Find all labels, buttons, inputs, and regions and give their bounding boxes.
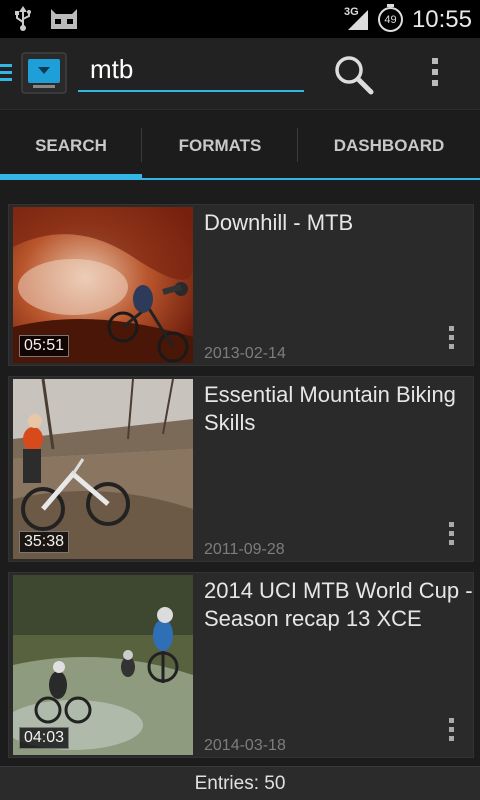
search-input[interactable] (78, 50, 304, 88)
list-item[interactable]: 04:03 2014 UCI MTB World Cup - Season re… (8, 572, 474, 758)
video-title: Essential Mountain Biking Skills (204, 382, 456, 435)
tab-label: DASHBOARD (333, 136, 445, 155)
tab-bar: SEARCH FORMATS DASHBOARD (0, 110, 480, 182)
list-item[interactable]: 05:51 Downhill - MTB 2013-02-14 (8, 204, 474, 366)
video-date: 2011-09-28 (204, 541, 285, 558)
video-date: 2013-02-14 (204, 345, 286, 362)
entries-footer: Entries: 50 (0, 766, 480, 800)
app-logo-icon[interactable] (21, 52, 67, 94)
overflow-menu-icon[interactable] (432, 58, 442, 91)
usb-icon (14, 6, 32, 37)
tab-formats[interactable]: FORMATS (142, 110, 298, 182)
video-title: Downhill - MTB (204, 210, 354, 235)
duration-badge: 04:03 (19, 727, 70, 749)
battery-icon: 49 (378, 4, 403, 32)
tab-label: FORMATS (178, 136, 262, 155)
duration-badge: 05:51 (19, 335, 70, 357)
clock: 10:55 (411, 6, 472, 33)
video-title: 2014 UCI MTB World Cup - Season recap 13… (204, 578, 473, 631)
video-thumbnail[interactable]: 35:38 (13, 379, 193, 559)
item-overflow-icon[interactable] (449, 326, 455, 353)
video-date: 2014-03-18 (204, 737, 286, 754)
search-icon[interactable] (333, 54, 375, 101)
list-item[interactable]: 35:38 Essential Mountain Biking Skills 2… (8, 376, 474, 562)
item-overflow-icon[interactable] (449, 718, 455, 745)
android-icon (48, 5, 80, 36)
tab-selected-indicator (0, 174, 142, 180)
duration-badge: 35:38 (19, 531, 70, 553)
tab-label: SEARCH (35, 136, 107, 155)
action-bar (0, 38, 480, 110)
video-thumbnail[interactable]: 04:03 (13, 575, 193, 755)
entries-count: Entries: 50 (194, 772, 286, 794)
tab-dashboard[interactable]: DASHBOARD (298, 110, 480, 182)
item-overflow-icon[interactable] (449, 522, 455, 549)
signal-icon (346, 8, 370, 37)
drawer-icon[interactable] (0, 64, 12, 85)
status-bar: 3G 49 10:55 (0, 0, 480, 38)
search-field[interactable] (78, 50, 304, 92)
video-thumbnail[interactable]: 05:51 (13, 207, 193, 363)
tab-search[interactable]: SEARCH (0, 110, 142, 182)
